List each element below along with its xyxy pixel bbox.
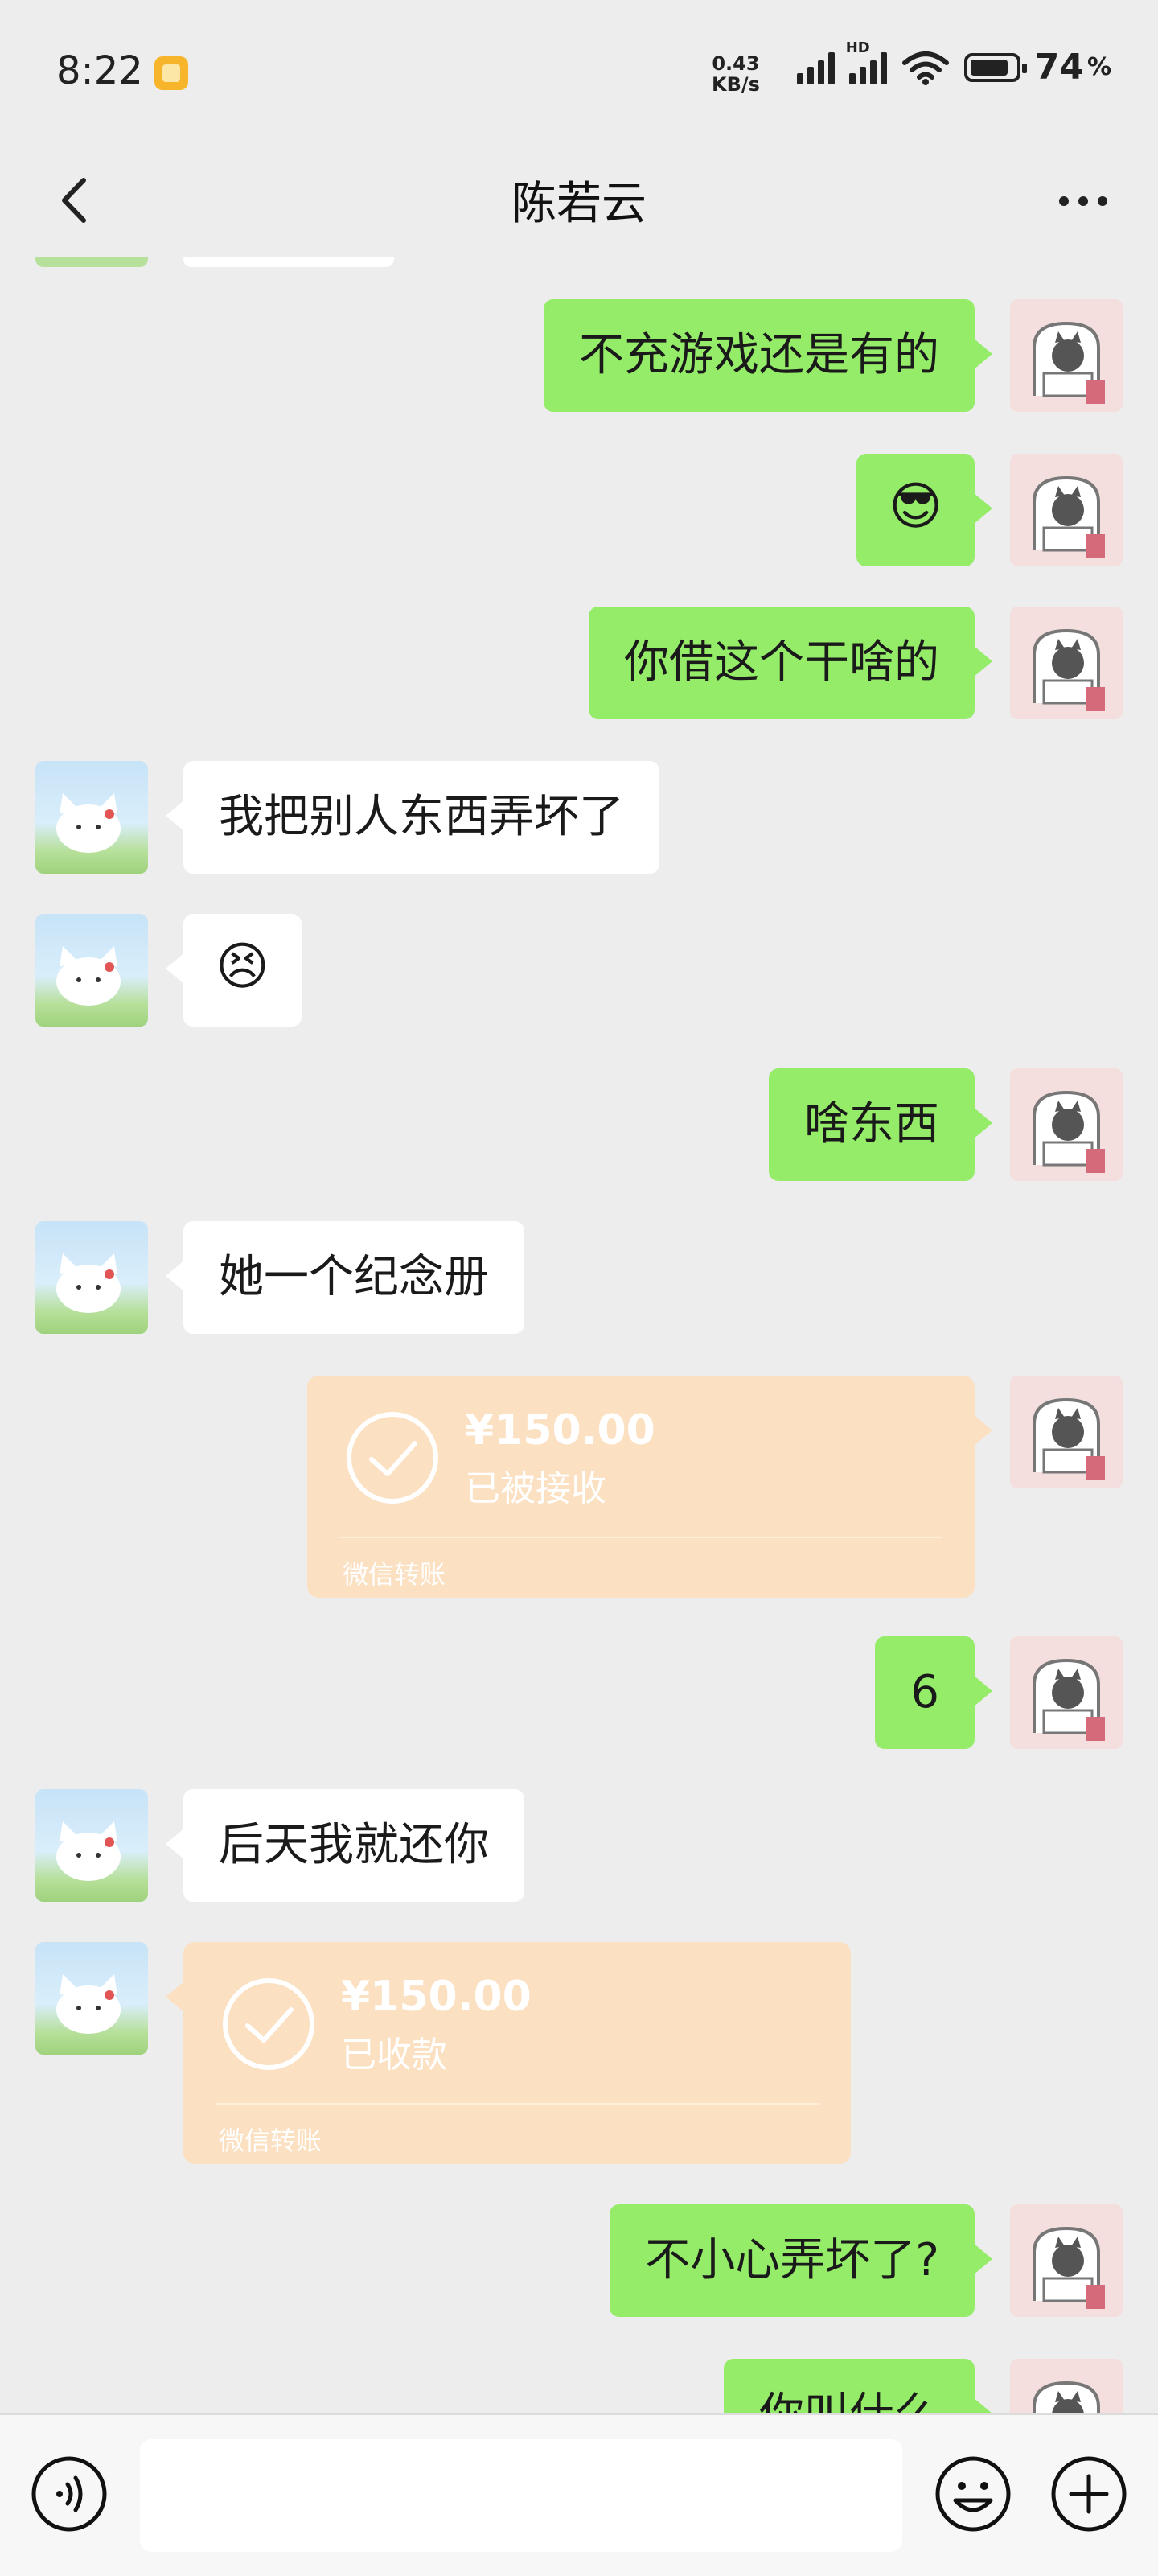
- signal-icon: [796, 51, 835, 84]
- message-row: 啥东西: [0, 1068, 1158, 1181]
- message-bubble-sent-emoji[interactable]: 😎: [856, 454, 992, 566]
- transfer-status: 已收款: [341, 2035, 447, 2076]
- message-bubble-sent[interactable]: 不充游戏还是有的: [544, 299, 992, 412]
- message-row: 你借这个干啥的: [0, 607, 1158, 719]
- message-row: ¥150.00 已被接收 微信转账: [0, 1376, 1158, 1598]
- message-row: ¥150.00 已收款 微信转账: [0, 1942, 1158, 2164]
- transfer-footer: 微信转账: [219, 2125, 322, 2156]
- avatar-self[interactable]: [1010, 2204, 1123, 2317]
- avatar-self[interactable]: [1010, 1636, 1123, 1749]
- message-bubble-received[interactable]: 她一个纪念册: [166, 1221, 524, 1334]
- message-bubble-sent[interactable]: 啥东西: [769, 1068, 992, 1181]
- emoji-icon[interactable]: [933, 2454, 1013, 2534]
- voice-icon[interactable]: [29, 2454, 109, 2534]
- message-bubble-received[interactable]: 后天我就还你: [166, 1789, 524, 1902]
- chat-title: 陈若云: [511, 178, 647, 230]
- battery-icon: [963, 52, 1027, 82]
- transfer-status: 已被接收: [465, 1468, 606, 1509]
- more-dots-icon[interactable]: [1047, 169, 1119, 233]
- avatar-contact[interactable]: [35, 1789, 148, 1902]
- transfer-footer: 微信转账: [343, 1559, 446, 1590]
- message-row: 😎: [0, 454, 1158, 566]
- message-input[interactable]: [140, 2439, 902, 2552]
- status-time: 8:22: [56, 48, 143, 93]
- status-icons: HD 74 %: [796, 39, 1111, 88]
- network-speed-value: 0.43: [712, 52, 760, 75]
- message-bubble-received[interactable]: 我把别人东西弄坏了: [166, 761, 659, 874]
- avatar-self[interactable]: [1010, 299, 1123, 412]
- network-speed-unit: KB/s: [712, 73, 760, 96]
- message-bubble-sent[interactable]: 你借这个干啥的: [589, 607, 992, 719]
- avatar-self[interactable]: [1010, 1068, 1123, 1181]
- check-circle-icon: [347, 1412, 438, 1504]
- message-row: 我把别人东西弄坏了: [0, 761, 1158, 874]
- avatar-contact[interactable]: [35, 1942, 148, 2055]
- battery-level: 74: [1034, 47, 1084, 88]
- network-speed: 0.43 KB/s: [712, 53, 760, 95]
- avatar-self[interactable]: [1010, 454, 1123, 566]
- status-bar: 8:22 0.43 KB/s HD 74 %: [0, 0, 1158, 145]
- avatar-contact[interactable]: [35, 1221, 148, 1334]
- signal-hd-icon: HD: [846, 39, 887, 84]
- transfer-card-sent[interactable]: ¥150.00 已被接收 微信转账: [307, 1376, 992, 1598]
- transfer-amount: ¥150.00: [341, 1973, 532, 2021]
- message-bubble-received-emoji[interactable]: 😣: [166, 914, 302, 1027]
- message-bubble-sent[interactable]: 不小心弄坏了?: [610, 2204, 992, 2317]
- avatar-contact[interactable]: [35, 914, 148, 1027]
- avatar-self[interactable]: [1010, 1376, 1123, 1488]
- message-row: 不小心弄坏了?: [0, 2204, 1158, 2317]
- message-row: 不充游戏还是有的: [0, 299, 1158, 412]
- message-row: 😣: [0, 914, 1158, 1027]
- avatar-self[interactable]: [1010, 2359, 1123, 2413]
- message-row: 后天我就还你: [0, 1789, 1158, 1902]
- plus-icon[interactable]: [1049, 2454, 1129, 2534]
- message-list[interactable]: 不充游戏还是有的 😎 你借这个干啥的 我把别人东西弄坏了 😣 啥东西 她一个纪念…: [0, 257, 1158, 2413]
- signal-hd-label: HD: [845, 39, 870, 56]
- message-row: 你叫什么: [0, 2359, 1158, 2413]
- transfer-divider: [216, 2103, 819, 2105]
- message-row: 6: [0, 1636, 1158, 1749]
- transfer-amount: ¥150.00: [465, 1406, 655, 1455]
- message-row: 她一个纪念册: [0, 1221, 1158, 1334]
- avatar-self[interactable]: [1010, 607, 1123, 719]
- message-bubble-sent[interactable]: 6: [875, 1636, 992, 1749]
- input-bar: [0, 2413, 1158, 2576]
- battery-unit: %: [1086, 53, 1111, 81]
- check-circle-icon: [223, 1978, 314, 2070]
- chat-header: 陈若云: [0, 145, 1158, 257]
- wifi-icon: [901, 51, 949, 85]
- avatar-contact[interactable]: [35, 761, 148, 874]
- transfer-card-received[interactable]: ¥150.00 已收款 微信转账: [166, 1942, 851, 2164]
- message-bubble-sent[interactable]: 你叫什么: [724, 2359, 992, 2413]
- message-row-partial: [0, 257, 1158, 267]
- transfer-divider: [339, 1537, 942, 1538]
- notification-icon: [154, 56, 188, 90]
